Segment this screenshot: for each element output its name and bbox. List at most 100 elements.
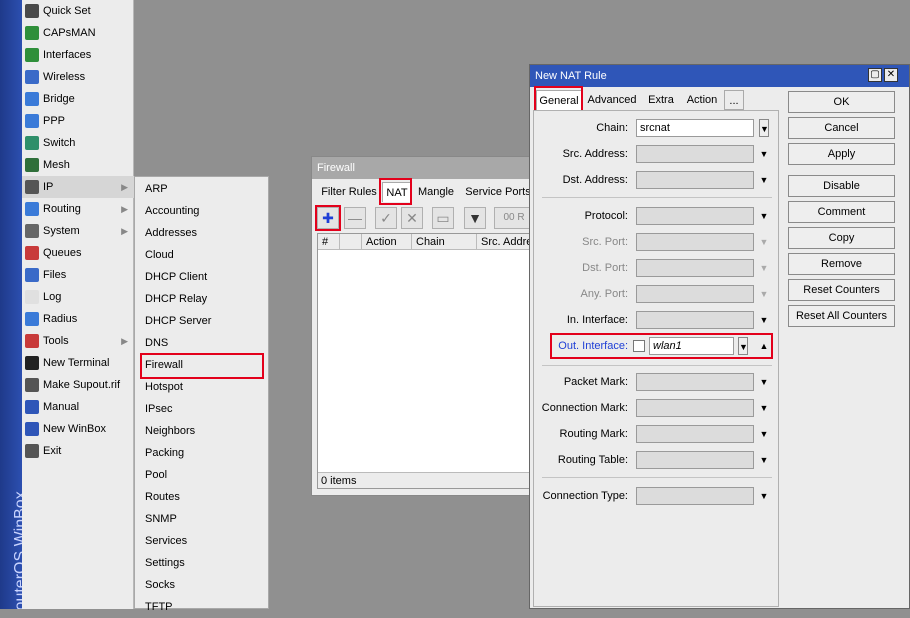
- ip-submenu-ipsec[interactable]: IPsec: [135, 398, 268, 420]
- ip-submenu-dhcp-server[interactable]: DHCP Server: [135, 310, 268, 332]
- out-interface-dropdown-icon[interactable]: ▼: [738, 337, 748, 355]
- ip-submenu-socks[interactable]: Socks: [135, 574, 268, 596]
- dst-port-dropdown-icon[interactable]: ▼: [759, 259, 769, 277]
- ip-submenu-arp[interactable]: ARP: [135, 178, 268, 200]
- menu-item-quick-set[interactable]: Quick Set: [22, 0, 134, 22]
- ip-submenu-dhcp-client[interactable]: DHCP Client: [135, 266, 268, 288]
- src-port-dropdown-icon[interactable]: ▼: [759, 233, 769, 251]
- connection-mark-dropdown-icon[interactable]: ▼: [759, 399, 769, 417]
- col-chain[interactable]: Chain: [412, 234, 477, 250]
- dst-address-dropdown-icon[interactable]: ▼: [759, 171, 769, 189]
- menu-item-interfaces[interactable]: Interfaces: [22, 44, 134, 66]
- menu-item-capsman[interactable]: CAPsMAN: [22, 22, 134, 44]
- menu-item-system[interactable]: System ▶: [22, 220, 134, 242]
- menu-item-new-terminal[interactable]: New Terminal: [22, 352, 134, 374]
- routing-mark-field[interactable]: [636, 425, 754, 443]
- ip-submenu-neighbors[interactable]: Neighbors: [135, 420, 268, 442]
- menu-item-queues[interactable]: Queues: [22, 242, 134, 264]
- ip-submenu-cloud[interactable]: Cloud: [135, 244, 268, 266]
- enable-button[interactable]: ✓: [375, 207, 397, 229]
- filter-button[interactable]: ▼: [464, 207, 486, 229]
- apply-button[interactable]: Apply: [788, 143, 895, 165]
- ip-submenu-pool[interactable]: Pool: [135, 464, 268, 486]
- nat-rules-table[interactable]: # Action Chain Src. Address 0 items: [317, 233, 533, 489]
- tab-advanced[interactable]: Advanced: [585, 90, 639, 110]
- connection-type-dropdown-icon[interactable]: ▼: [759, 487, 769, 505]
- menu-item-switch[interactable]: Switch: [22, 132, 134, 154]
- ip-submenu-accounting[interactable]: Accounting: [135, 200, 268, 222]
- tab-more[interactable]: ...: [724, 90, 744, 110]
- col-flags[interactable]: [340, 234, 362, 250]
- dst-address-field[interactable]: [636, 171, 754, 189]
- chain-dropdown-icon[interactable]: ▼: [759, 119, 769, 137]
- src-port-field[interactable]: [636, 233, 754, 251]
- tab-action[interactable]: Action: [682, 90, 722, 110]
- disable-button[interactable]: ✕: [401, 207, 423, 229]
- tab-general[interactable]: General: [536, 90, 582, 110]
- src-address-field[interactable]: [636, 145, 754, 163]
- packet-mark-dropdown-icon[interactable]: ▼: [759, 373, 769, 391]
- menu-item-log[interactable]: Log: [22, 286, 134, 308]
- add-button[interactable]: ✚: [317, 207, 339, 229]
- ip-submenu-packing[interactable]: Packing: [135, 442, 268, 464]
- remove-rule-button[interactable]: Remove: [788, 253, 895, 275]
- ip-submenu-services[interactable]: Services: [135, 530, 268, 552]
- ip-submenu-dns[interactable]: DNS: [135, 332, 268, 354]
- ok-button[interactable]: OK: [788, 91, 895, 113]
- menu-item-ppp[interactable]: PPP: [22, 110, 134, 132]
- menu-item-bridge[interactable]: Bridge: [22, 88, 134, 110]
- out-interface-invert-checkbox[interactable]: [633, 340, 645, 352]
- ip-submenu-hotspot[interactable]: Hotspot: [135, 376, 268, 398]
- disable-rule-button[interactable]: Disable: [788, 175, 895, 197]
- ip-submenu-routes[interactable]: Routes: [135, 486, 268, 508]
- col-action[interactable]: Action: [362, 234, 412, 250]
- protocol-dropdown-icon[interactable]: ▼: [759, 207, 769, 225]
- tab-filter-rules[interactable]: Filter Rules: [317, 182, 381, 202]
- ip-submenu-dhcp-relay[interactable]: DHCP Relay: [135, 288, 268, 310]
- ip-submenu-snmp[interactable]: SNMP: [135, 508, 268, 530]
- src-address-dropdown-icon[interactable]: ▼: [759, 145, 769, 163]
- menu-item-tools[interactable]: Tools ▶: [22, 330, 134, 352]
- tab-extra[interactable]: Extra: [642, 90, 680, 110]
- menu-item-routing[interactable]: Routing ▶: [22, 198, 134, 220]
- routing-mark-dropdown-icon[interactable]: ▼: [759, 425, 769, 443]
- cancel-button[interactable]: Cancel: [788, 117, 895, 139]
- protocol-field[interactable]: [636, 207, 754, 225]
- col-number[interactable]: #: [318, 234, 340, 250]
- maximize-button[interactable]: ▢: [868, 68, 882, 82]
- routing-table-dropdown-icon[interactable]: ▼: [759, 451, 769, 469]
- comment-button[interactable]: ▭: [432, 207, 454, 229]
- reset-counters-rule-button[interactable]: Reset Counters: [788, 279, 895, 301]
- connection-mark-field[interactable]: [636, 399, 754, 417]
- comment-rule-button[interactable]: Comment: [788, 201, 895, 223]
- tab-nat[interactable]: NAT: [382, 182, 412, 202]
- dst-port-field[interactable]: [636, 259, 754, 277]
- menu-item-radius[interactable]: Radius: [22, 308, 134, 330]
- out-interface-field[interactable]: wlan1: [649, 337, 734, 355]
- routing-table-field[interactable]: [636, 451, 754, 469]
- chain-field[interactable]: srcnat: [636, 119, 754, 137]
- in-interface-field[interactable]: [636, 311, 754, 329]
- menu-item-exit[interactable]: Exit: [22, 440, 134, 462]
- menu-item-ip[interactable]: IP ▶: [22, 176, 134, 198]
- in-interface-dropdown-icon[interactable]: ▼: [759, 311, 769, 329]
- any-port-field[interactable]: [636, 285, 754, 303]
- tab-mangle[interactable]: Mangle: [415, 182, 457, 202]
- menu-item-mesh[interactable]: Mesh: [22, 154, 134, 176]
- remove-button[interactable]: —: [344, 207, 366, 229]
- packet-mark-field[interactable]: [636, 373, 754, 391]
- close-button[interactable]: ✕: [884, 68, 898, 82]
- connection-type-field[interactable]: [636, 487, 754, 505]
- menu-item-manual[interactable]: Manual: [22, 396, 134, 418]
- ip-submenu-firewall[interactable]: Firewall: [135, 354, 268, 376]
- menu-item-new-winbox[interactable]: New WinBox: [22, 418, 134, 440]
- ip-submenu-addresses[interactable]: Addresses: [135, 222, 268, 244]
- out-interface-collapse-icon[interactable]: ▲: [759, 337, 769, 355]
- ip-submenu-tftp[interactable]: TFTP: [135, 596, 268, 618]
- any-port-dropdown-icon[interactable]: ▼: [759, 285, 769, 303]
- reset-all-counters-button[interactable]: Reset All Counters: [788, 305, 895, 327]
- menu-item-files[interactable]: Files: [22, 264, 134, 286]
- ip-submenu-settings[interactable]: Settings: [135, 552, 268, 574]
- copy-button[interactable]: Copy: [788, 227, 895, 249]
- menu-item-make-supout-rif[interactable]: Make Supout.rif: [22, 374, 134, 396]
